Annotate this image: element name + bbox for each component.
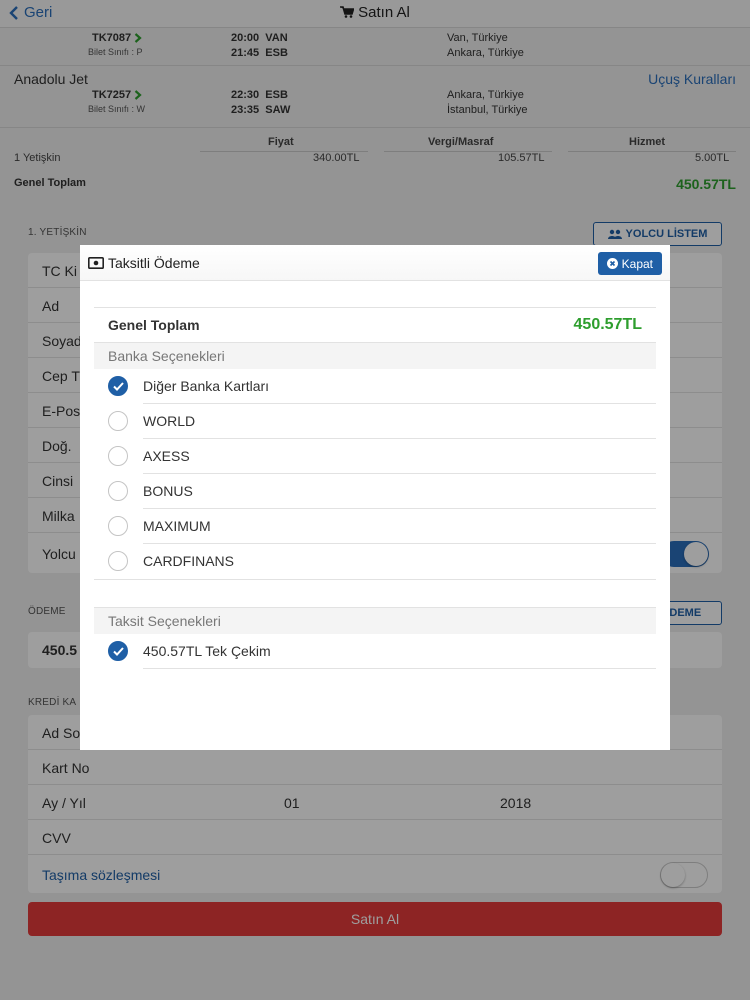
- bank-option-label: WORLD: [143, 413, 196, 429]
- divider: [94, 307, 656, 308]
- divider: [143, 668, 656, 669]
- modal-title: Taksitli Ödeme: [88, 255, 200, 271]
- close-button[interactable]: Kapat: [597, 252, 662, 275]
- installment-modal: Taksitli Ödeme Kapat Genel Toplam 450.57…: [80, 245, 670, 750]
- modal-total-value: 450.57TL: [573, 316, 642, 333]
- bank-option[interactable]: AXESS: [94, 439, 656, 474]
- installment-option-label: 450.57TL Tek Çekim: [143, 643, 271, 659]
- radio-unchecked[interactable]: [108, 446, 128, 466]
- bank-option[interactable]: MAXIMUM: [94, 509, 656, 544]
- bank-option[interactable]: CARDFINANS: [94, 544, 656, 579]
- radio-unchecked[interactable]: [108, 551, 128, 571]
- installment-options-header: Taksit Seçenekleri: [94, 608, 656, 634]
- radio-checked[interactable]: [108, 376, 128, 396]
- divider: [94, 579, 656, 580]
- bank-options-header: Banka Seçenekleri: [94, 343, 656, 369]
- radio-unchecked[interactable]: [108, 481, 128, 501]
- modal-total-label: Genel Toplam: [108, 317, 200, 333]
- bank-option-label: AXESS: [143, 448, 190, 464]
- bank-option[interactable]: WORLD: [94, 404, 656, 439]
- modal-header: Taksitli Ödeme Kapat: [80, 245, 670, 281]
- installment-option[interactable]: 450.57TL Tek Çekim: [94, 634, 656, 669]
- radio-unchecked[interactable]: [108, 516, 128, 536]
- close-icon: [606, 258, 618, 269]
- bank-option[interactable]: BONUS: [94, 474, 656, 509]
- check-icon: [113, 647, 124, 656]
- bank-option-label: Diğer Banka Kartları: [143, 378, 270, 394]
- radio-checked[interactable]: [108, 641, 128, 661]
- check-icon: [113, 382, 124, 391]
- bank-option-label: BONUS: [143, 483, 193, 499]
- money-icon: [88, 257, 104, 269]
- radio-unchecked[interactable]: [108, 411, 128, 431]
- bank-option-label: CARDFINANS: [143, 553, 235, 569]
- bank-option-label: MAXIMUM: [143, 518, 211, 534]
- bank-option[interactable]: Diğer Banka Kartları: [94, 369, 656, 404]
